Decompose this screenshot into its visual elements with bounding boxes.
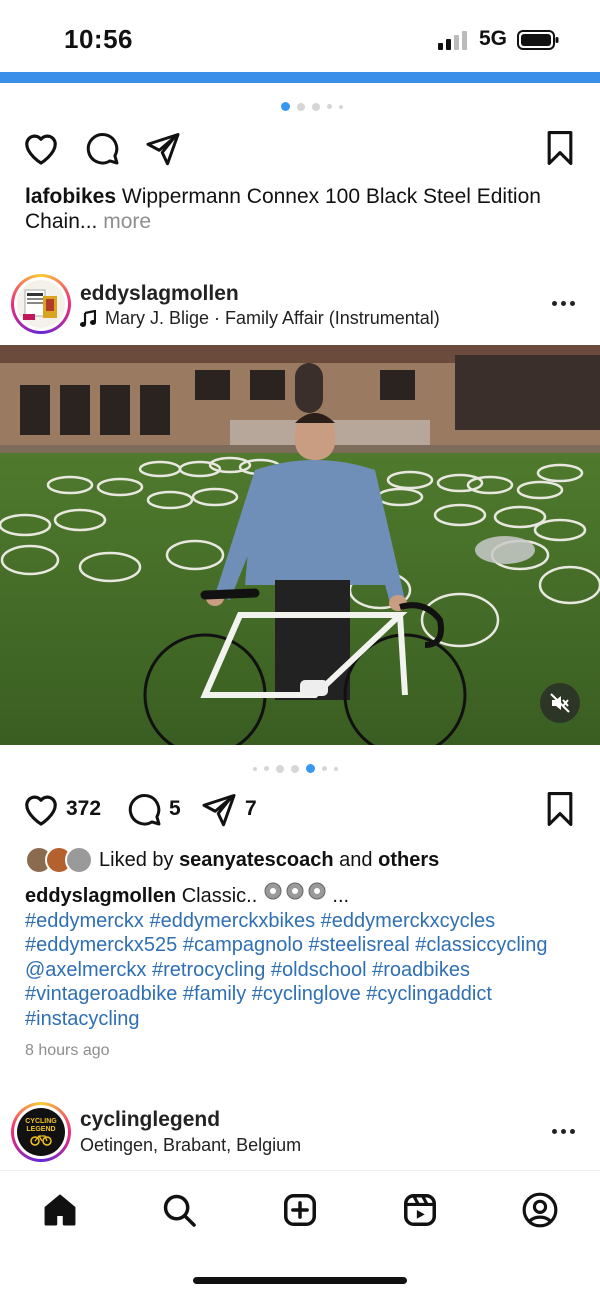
liked-by-user[interactable]: seanyatescoach — [179, 849, 334, 872]
speaker-muted-icon — [550, 693, 570, 713]
caption-username[interactable]: lafobikes — [25, 185, 116, 208]
carousel-dot — [334, 766, 338, 771]
mute-toggle[interactable] — [540, 683, 580, 723]
network-type: 5G — [479, 27, 508, 50]
liked-by-others[interactable]: others — [378, 849, 439, 872]
post-header: eddyslagmollen Mary J. Blige · Family Af… — [0, 271, 600, 341]
like-heart-icon[interactable] — [22, 791, 60, 827]
post-media[interactable] — [0, 345, 600, 745]
liked-by-prefix: Liked by — [99, 848, 174, 871]
caption-suffix: ... — [332, 885, 350, 907]
carousel-indicator — [253, 764, 338, 773]
media-bottom-strip — [0, 72, 600, 83]
liked-by-and: and — [339, 848, 373, 871]
carousel-dot — [322, 766, 327, 771]
status-time: 10:56 — [64, 24, 133, 54]
post-username[interactable]: cyclinglegend — [80, 1108, 220, 1132]
profile-icon[interactable] — [521, 1191, 559, 1229]
carousel-dot — [253, 766, 257, 771]
top-post-caption: lafobikes Wippermann Connex 100 Black St… — [25, 184, 585, 234]
avatar[interactable] — [11, 274, 71, 334]
liked-by-row[interactable]: Liked by seanyatescoach and others — [25, 845, 439, 875]
save-bookmark-icon[interactable] — [544, 792, 576, 826]
carousel-dot-active — [306, 764, 315, 773]
status-bar: 10:56 5G — [0, 0, 600, 72]
liked-by-avatars — [25, 846, 95, 874]
audio-attribution[interactable]: Mary J. Blige · Family Affair (Instrumen… — [80, 308, 440, 329]
avatar[interactable]: CYCLING LEGEND — [11, 1102, 71, 1162]
save-bookmark-icon[interactable] — [544, 131, 576, 165]
like-count[interactable]: 372 — [66, 797, 101, 821]
reels-icon[interactable] — [401, 1191, 439, 1229]
post-caption: eddyslagmollen Classic.. ... #eddymerckx… — [25, 880, 590, 1031]
like-heart-icon[interactable] — [22, 130, 60, 166]
caption-username[interactable]: eddyslagmollen — [25, 885, 176, 907]
caption-text: Classic.. — [181, 885, 258, 907]
gear-emoji-icon — [257, 882, 332, 907]
avatar-text: LEGEND — [26, 1126, 56, 1133]
next-post-header: CYCLING LEGEND cyclinglegend Oetingen, B… — [0, 1100, 600, 1170]
share-send-icon[interactable] — [201, 791, 237, 827]
carousel-dot — [291, 764, 299, 773]
search-icon[interactable] — [160, 1191, 198, 1229]
home-icon[interactable] — [41, 1191, 79, 1229]
more-options-icon[interactable] — [552, 1129, 575, 1134]
liked-avatar — [65, 846, 93, 874]
comment-icon[interactable] — [84, 130, 120, 166]
carousel-dot — [297, 102, 305, 111]
more-options-icon[interactable] — [552, 301, 575, 306]
share-send-icon[interactable] — [145, 130, 181, 166]
post-location[interactable]: Oetingen, Brabant, Belgium — [80, 1135, 301, 1156]
share-count[interactable]: 7 — [245, 797, 257, 821]
comment-icon[interactable] — [126, 791, 162, 827]
avatar-image — [23, 289, 57, 320]
carousel-indicator — [281, 102, 343, 111]
post-username[interactable]: eddyslagmollen — [80, 282, 239, 306]
carousel-dot — [312, 102, 320, 111]
music-note-icon — [80, 309, 96, 327]
create-post-icon[interactable] — [281, 1191, 319, 1229]
caption-more-link[interactable]: more — [103, 210, 151, 233]
bicycle-icon — [30, 1135, 52, 1146]
carousel-dot — [339, 104, 343, 109]
post-timestamp: 8 hours ago — [25, 1042, 110, 1059]
carousel-dot — [264, 766, 269, 771]
avatar-text: CYCLING — [25, 1118, 57, 1125]
home-indicator[interactable] — [193, 1277, 407, 1284]
battery-icon — [517, 30, 559, 50]
carousel-dot-active — [281, 102, 290, 111]
signal-icon — [438, 30, 468, 50]
hashtag-list[interactable]: #eddymerckx #eddymerckxbikes #eddymerckx… — [25, 909, 590, 1032]
post-photo — [0, 345, 600, 745]
audio-track: Mary J. Blige · Family Affair (Instrumen… — [105, 308, 440, 328]
comment-count[interactable]: 5 — [169, 797, 181, 821]
carousel-dot — [327, 104, 332, 109]
carousel-dot — [276, 764, 284, 773]
